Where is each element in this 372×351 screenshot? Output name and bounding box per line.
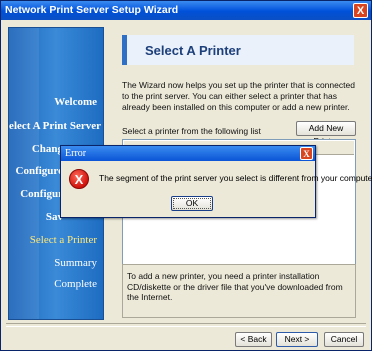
ok-button[interactable]: OK — [171, 196, 213, 211]
sidebar-item-change: Chang — [31, 143, 63, 155]
back-button[interactable]: < Back — [235, 332, 272, 347]
sidebar-item-summary: Summary — [54, 257, 97, 269]
sidebar-item-welcome: Welcome — [54, 96, 97, 108]
page-title: Select A Printer — [145, 43, 241, 58]
select-printer-label: Select a printer from the following list — [122, 126, 261, 136]
next-button[interactable]: Next > — [276, 332, 318, 347]
close-icon[interactable]: X — [300, 147, 313, 160]
footer-separator — [6, 323, 366, 327]
help-text: To add a new printer, you need a printer… — [127, 271, 343, 302]
error-dialog-title-bar: Error X — [61, 146, 315, 161]
intro-text: The Wizard now helps you set up the prin… — [122, 80, 355, 112]
sidebar-item-select-print-server: Select A Print Server — [8, 120, 101, 132]
sidebar-item-complete: Complete — [54, 278, 97, 290]
cancel-button[interactable]: Cancel — [324, 332, 364, 347]
page-header: Select A Printer — [122, 35, 354, 65]
close-icon[interactable]: X — [353, 3, 368, 18]
title-bar: Network Print Server Setup Wizard X — [1, 1, 371, 20]
sidebar-item-configure: Configure — [15, 165, 63, 177]
error-message: The segment of the print server you sele… — [99, 173, 372, 183]
window-title: Network Print Server Setup Wizard — [5, 4, 179, 16]
error-dialog-title: Error — [65, 148, 87, 159]
error-dialog: Error X X The segment of the print serve… — [60, 145, 372, 218]
add-new-printer-button[interactable]: Add New Printer — [296, 121, 356, 146]
wizard-window: Network Print Server Setup Wizard X Welc… — [0, 0, 372, 351]
error-icon: X — [69, 169, 89, 189]
sidebar-item-select-printer: Select a Printer — [29, 234, 97, 246]
sidebar-item-configure-2: Configur — [20, 188, 63, 200]
help-text-box: To add a new printer, you need a printer… — [122, 264, 356, 318]
